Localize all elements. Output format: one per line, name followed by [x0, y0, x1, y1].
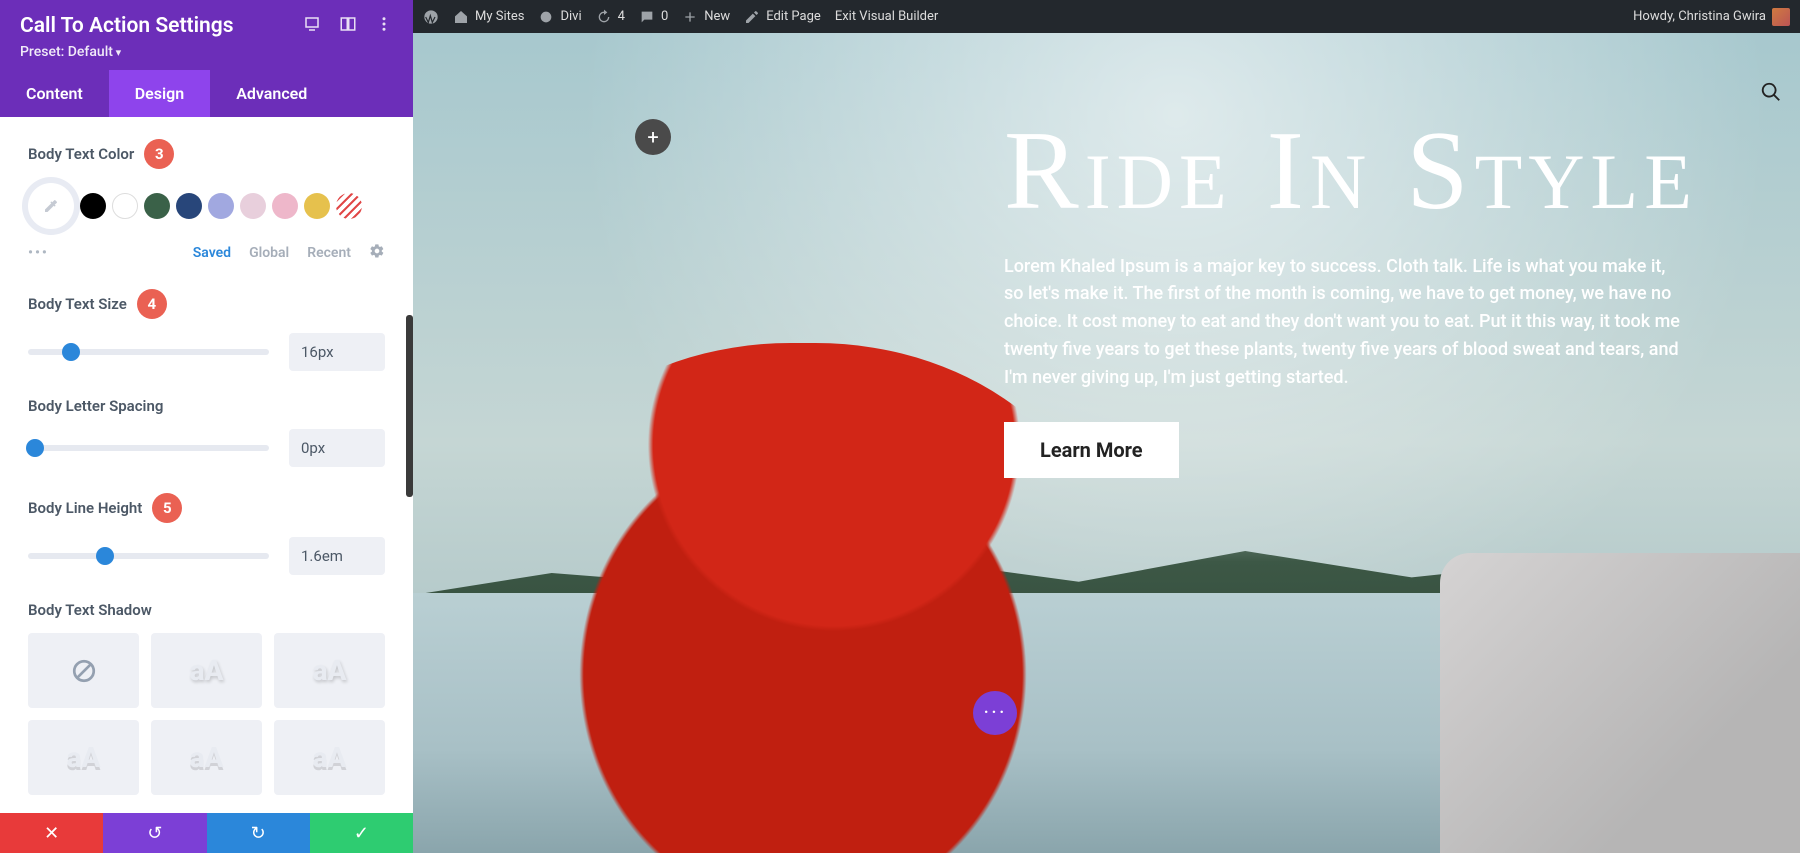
text-size-input[interactable]: 16px	[289, 333, 385, 371]
preset-dropdown[interactable]: Preset: Default	[20, 44, 393, 60]
label-body-text-size: Body Text Size 4	[28, 289, 385, 319]
swatch-transparent[interactable]	[336, 193, 362, 219]
ab-divi[interactable]: Divi	[538, 9, 581, 25]
annotation-badge-3: 3	[144, 139, 174, 169]
panel-scrollbar[interactable]	[406, 315, 413, 497]
search-icon[interactable]	[1760, 81, 1782, 107]
ab-edit-page[interactable]: Edit Page	[744, 9, 821, 25]
avatar	[1772, 8, 1790, 26]
panel-body: Body Text Color 3 ••• Saved Global Recen…	[0, 117, 413, 813]
color-settings-gear-icon[interactable]	[369, 243, 385, 263]
responsive-icon[interactable]	[303, 15, 321, 37]
settings-panel: Call To Action Settings Preset: Default …	[0, 0, 413, 853]
ab-new[interactable]: New	[682, 9, 730, 25]
swatch-pink[interactable]	[240, 193, 266, 219]
shadow-preset-3[interactable]: aA	[28, 720, 139, 795]
save-button[interactable]: ✓	[310, 813, 413, 853]
swatch-eyedropper[interactable]	[28, 183, 74, 229]
cta-body: Lorem Khaled Ipsum is a major key to suc…	[1004, 253, 1684, 392]
line-height-input[interactable]: 1.6em	[289, 537, 385, 575]
cta-button[interactable]: Learn More	[1004, 422, 1179, 478]
label-body-text-color: Body Text Color 3	[28, 139, 385, 169]
ab-my-sites[interactable]: My Sites	[453, 9, 524, 25]
letter-spacing-input[interactable]: 0px	[289, 429, 385, 467]
swatch-green[interactable]	[144, 193, 170, 219]
more-icon[interactable]	[375, 15, 393, 37]
annotation-badge-5: 5	[152, 493, 182, 523]
label-text-shadow: Body Text Shadow	[28, 601, 385, 619]
color-tab-global[interactable]: Global	[249, 245, 289, 261]
ab-comments[interactable]: 0	[639, 9, 668, 25]
swatch-white[interactable]	[112, 193, 138, 219]
color-tab-recent[interactable]: Recent	[307, 245, 351, 261]
undo-button[interactable]: ↺	[103, 813, 206, 853]
ab-howdy[interactable]: Howdy, Christina Gwira	[1633, 8, 1790, 26]
swatch-gold[interactable]	[304, 193, 330, 219]
color-swatches	[28, 183, 385, 229]
wp-logo-icon[interactable]	[423, 9, 439, 25]
swatch-periwinkle[interactable]	[208, 193, 234, 219]
tabs: Content Design Advanced	[0, 70, 413, 117]
shadow-none[interactable]	[28, 633, 139, 708]
label-letter-spacing: Body Letter Spacing	[28, 397, 385, 415]
cta-heading: Ride In Style	[1004, 113, 1704, 231]
swatch-rose[interactable]	[272, 193, 298, 219]
swatch-navy[interactable]	[176, 193, 202, 219]
ab-exit-vb[interactable]: Exit Visual Builder	[835, 9, 938, 24]
split-view-icon[interactable]	[339, 15, 357, 37]
shadow-preset-5[interactable]: aA	[274, 720, 385, 795]
add-section-button[interactable]: +	[635, 119, 671, 155]
slider-letter-spacing[interactable]	[28, 445, 269, 451]
slider-line-height[interactable]	[28, 553, 269, 559]
label-line-height: Body Line Height 5	[28, 493, 385, 523]
shadow-preset-2[interactable]: aA	[274, 633, 385, 708]
panel-title: Call To Action Settings	[20, 14, 234, 38]
tab-advanced[interactable]: Advanced	[210, 70, 333, 117]
color-tab-saved[interactable]: Saved	[193, 245, 231, 261]
redo-button[interactable]: ↻	[207, 813, 310, 853]
builder-menu-button[interactable]: ···	[973, 691, 1017, 735]
main-area: My Sites Divi 4 0 New Edit Page Exit Vis…	[413, 0, 1800, 853]
panel-footer: ✕ ↺ ↻ ✓	[0, 813, 413, 853]
swatch-black[interactable]	[80, 193, 106, 219]
annotation-badge-4: 4	[137, 289, 167, 319]
slider-text-size[interactable]	[28, 349, 269, 355]
text-shadow-options: aA aA aA aA aA	[28, 633, 385, 795]
wp-admin-bar: My Sites Divi 4 0 New Edit Page Exit Vis…	[413, 0, 1800, 33]
ab-updates[interactable]: 4	[596, 9, 625, 25]
tab-design[interactable]: Design	[109, 70, 210, 117]
tab-content[interactable]: Content	[0, 70, 109, 117]
more-swatches-icon[interactable]: •••	[28, 245, 46, 261]
cancel-button[interactable]: ✕	[0, 813, 103, 853]
shadow-preset-4[interactable]: aA	[151, 720, 262, 795]
shadow-preset-1[interactable]: aA	[151, 633, 262, 708]
cta-module[interactable]: Ride In Style Lorem Khaled Ipsum is a ma…	[1004, 113, 1704, 478]
panel-header: Call To Action Settings Preset: Default	[0, 0, 413, 70]
page-preview: + Ride In Style Lorem Khaled Ipsum is a …	[413, 33, 1800, 853]
